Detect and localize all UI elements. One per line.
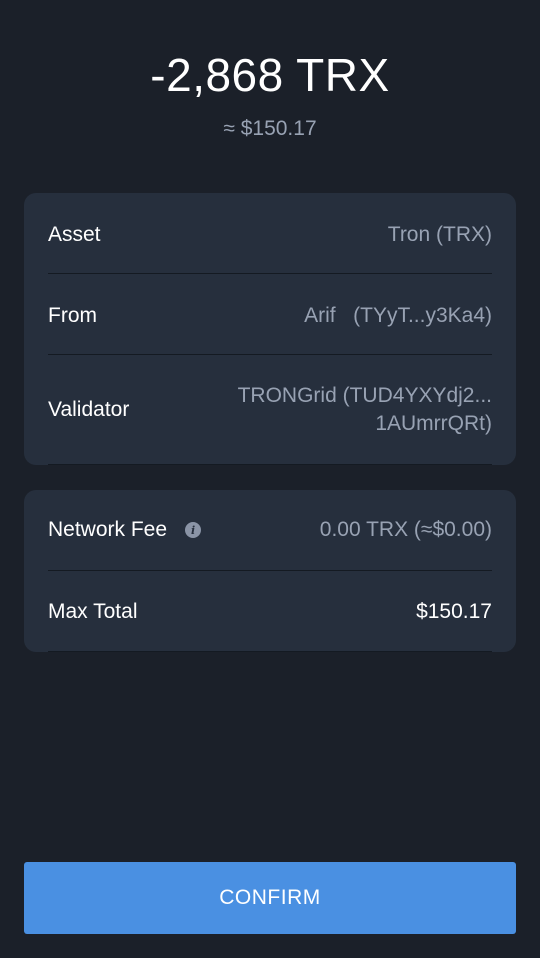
- transaction-details-card: Asset Tron (TRX) From Arif (TYyT...y3Ka4…: [24, 193, 516, 465]
- fiat-equivalent: ≈ $150.17: [223, 117, 317, 140]
- network-fee-label: Network Fee: [48, 518, 168, 541]
- asset-value: Tron (TRX): [387, 223, 492, 246]
- validator-row: Validator TRONGrid (TUD4YXYdj2... 1AUmrr…: [48, 382, 492, 438]
- max-total-row: Max Total $150.17: [48, 594, 492, 630]
- asset-row: Asset Tron (TRX): [48, 217, 492, 253]
- divider: [48, 273, 492, 274]
- validator-label: Validator: [48, 398, 130, 421]
- divider: [48, 570, 492, 571]
- network-fee-row: Network Fee i 0.00 TRX (≈$0.00): [48, 512, 492, 548]
- network-fee-label-group: Network Fee i: [48, 518, 202, 542]
- max-total-label: Max Total: [48, 600, 138, 623]
- divider: [48, 651, 492, 652]
- divider: [48, 354, 492, 355]
- info-icon[interactable]: i: [185, 522, 202, 538]
- asset-label: Asset: [48, 223, 101, 246]
- from-row: From Arif (TYyT...y3Ka4): [48, 298, 492, 334]
- validator-value-line1: TRONGrid (TUD4YXYdj2...: [237, 384, 492, 407]
- validator-value-line2: 1AUmrrQRt): [375, 412, 492, 435]
- divider: [48, 464, 492, 465]
- max-total-value: $150.17: [416, 600, 492, 623]
- confirm-button[interactable]: CONFIRM: [24, 862, 516, 934]
- transaction-amount: -2,868 TRX: [150, 49, 390, 101]
- fee-summary-card: Network Fee i 0.00 TRX (≈$0.00) Max Tota…: [24, 490, 516, 652]
- from-value: Arif (TYyT...y3Ka4): [304, 304, 492, 327]
- from-label: From: [48, 304, 97, 327]
- network-fee-value: 0.00 TRX (≈$0.00): [319, 518, 492, 541]
- validator-value: TRONGrid (TUD4YXYdj2... 1AUmrrQRt): [238, 382, 492, 438]
